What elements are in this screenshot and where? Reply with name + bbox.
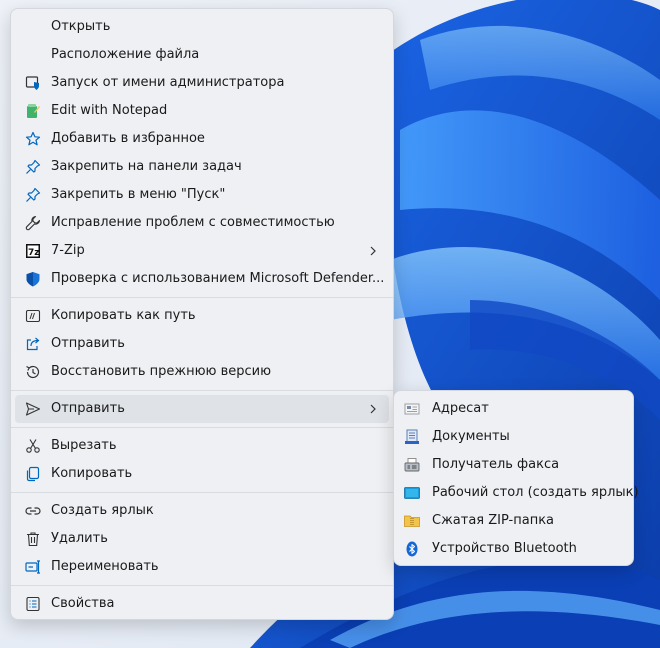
menu-item-label: Добавить в избранное (51, 131, 205, 146)
copy-icon (26, 466, 40, 482)
svg-text:7z: 7z (28, 248, 40, 258)
menu-item-label: Закрепить на панели задач (51, 159, 242, 174)
menu-item-label: Копировать как путь (51, 308, 196, 323)
submenu-item-label: Рабочий стол (создать ярлык) (432, 485, 639, 500)
copy-path-icon (25, 309, 41, 323)
fax-icon (404, 458, 420, 472)
7zip-icon: 7z (26, 244, 40, 258)
menu-item-label: Вырезать (51, 438, 117, 453)
menu-separator (11, 492, 393, 493)
menu-item-copy[interactable]: Копировать (15, 460, 389, 488)
menu-item-troubleshoot-compatibility[interactable]: Исправление проблем с совместимостью (15, 209, 389, 237)
menu-item-scan-with-defender[interactable]: Проверка с использованием Microsoft Defe… (15, 265, 389, 293)
submenu-item-label: Получатель факса (432, 457, 560, 472)
menu-item-7zip[interactable]: 7z 7-Zip (15, 237, 389, 265)
zip-folder-icon (404, 515, 420, 527)
send-to-submenu: Адресат Документы Получатель факса Рабоч… (393, 390, 639, 566)
menu-item-open[interactable]: Открыть (15, 13, 389, 41)
notepad-icon (27, 104, 40, 118)
menu-item-label: Удалить (51, 531, 108, 546)
submenu-item-zip-folder[interactable]: Сжатая ZIP-папка (398, 507, 629, 535)
menu-item-run-as-admin[interactable]: Запуск от имени администратора (15, 69, 389, 97)
menu-item-label: Отправить (51, 336, 125, 351)
menu-item-label: Исправление проблем с совместимостью (51, 215, 335, 230)
history-icon (26, 365, 40, 379)
chevron-right-icon (370, 404, 376, 414)
menu-separator (11, 390, 393, 391)
link-icon (25, 507, 41, 515)
properties-icon (26, 596, 40, 612)
submenu-item-desktop-shortcut[interactable]: Рабочий стол (создать ярлык) (398, 479, 639, 507)
admin-shield-icon (25, 76, 39, 90)
bluetooth-icon (406, 541, 418, 557)
defender-shield-icon (26, 272, 40, 287)
menu-item-restore-previous-versions[interactable]: Восстановить прежнюю версию (15, 358, 389, 386)
wrench-icon (25, 215, 41, 231)
menu-item-create-shortcut[interactable]: Создать ярлык (15, 497, 389, 525)
menu-item-cut[interactable]: Вырезать (15, 432, 389, 460)
submenu-item-bluetooth-device[interactable]: Устройство Bluetooth (398, 535, 629, 563)
menu-item-pin-to-start[interactable]: Закрепить в меню "Пуск" (15, 181, 389, 209)
documents-icon (405, 429, 419, 444)
send-icon (25, 402, 41, 416)
submenu-item-label: Устройство Bluetooth (432, 541, 577, 556)
share-icon (26, 337, 40, 351)
menu-item-label: Закрепить в меню "Пуск" (51, 187, 226, 202)
menu-item-label: Отправить (51, 401, 125, 416)
menu-item-pin-to-taskbar[interactable]: Закрепить на панели задач (15, 153, 389, 181)
menu-separator (11, 427, 393, 428)
menu-item-label: Восстановить прежнюю версию (51, 364, 272, 379)
menu-item-label: 7-Zip (51, 243, 85, 258)
menu-item-edit-with-notepad[interactable]: Edit with Notepad (15, 97, 389, 125)
menu-item-label: Создать ярлык (51, 503, 154, 518)
pin-icon (26, 159, 41, 174)
menu-item-label: Свойства (51, 596, 115, 611)
submenu-item-fax-recipient[interactable]: Получатель факса (398, 451, 629, 479)
submenu-item-mail-recipient[interactable]: Адресат (398, 395, 629, 423)
desktop-icon (404, 487, 420, 499)
menu-item-send-to[interactable]: Отправить (15, 395, 389, 423)
submenu-item-label: Сжатая ZIP-папка (432, 513, 555, 528)
menu-item-delete[interactable]: Удалить (15, 525, 389, 553)
trash-icon (27, 532, 39, 547)
submenu-item-label: Документы (432, 429, 510, 444)
submenu-item-label: Адресат (432, 401, 489, 416)
submenu-item-documents[interactable]: Документы (398, 423, 629, 451)
menu-item-label: Edit with Notepad (51, 103, 168, 118)
context-menu: Открыть Расположение файла Запуск от име… (10, 8, 394, 620)
menu-item-label: Копировать (51, 466, 133, 481)
chevron-right-icon (370, 246, 376, 256)
menu-separator (11, 297, 393, 298)
menu-item-rename[interactable]: Переименовать (15, 553, 389, 581)
menu-item-label: Проверка с использованием Microsoft Defe… (51, 271, 385, 286)
rename-icon (25, 560, 40, 574)
menu-item-label: Переименовать (51, 559, 159, 574)
star-icon (25, 131, 41, 146)
menu-item-properties[interactable]: Свойства (15, 590, 389, 618)
pin-icon (26, 187, 41, 202)
menu-item-label: Открыть (51, 19, 111, 34)
menu-item-add-to-favorites[interactable]: Добавить в избранное (15, 125, 389, 153)
menu-separator (11, 585, 393, 586)
menu-item-label: Расположение файла (51, 47, 200, 62)
menu-item-copy-as-path[interactable]: Копировать как путь (15, 302, 389, 330)
scissors-icon (26, 439, 40, 453)
menu-item-label: Запуск от имени администратора (51, 75, 285, 90)
menu-item-open-file-location[interactable]: Расположение файла (15, 41, 389, 69)
menu-item-share[interactable]: Отправить (15, 330, 389, 358)
contact-icon (404, 403, 420, 415)
